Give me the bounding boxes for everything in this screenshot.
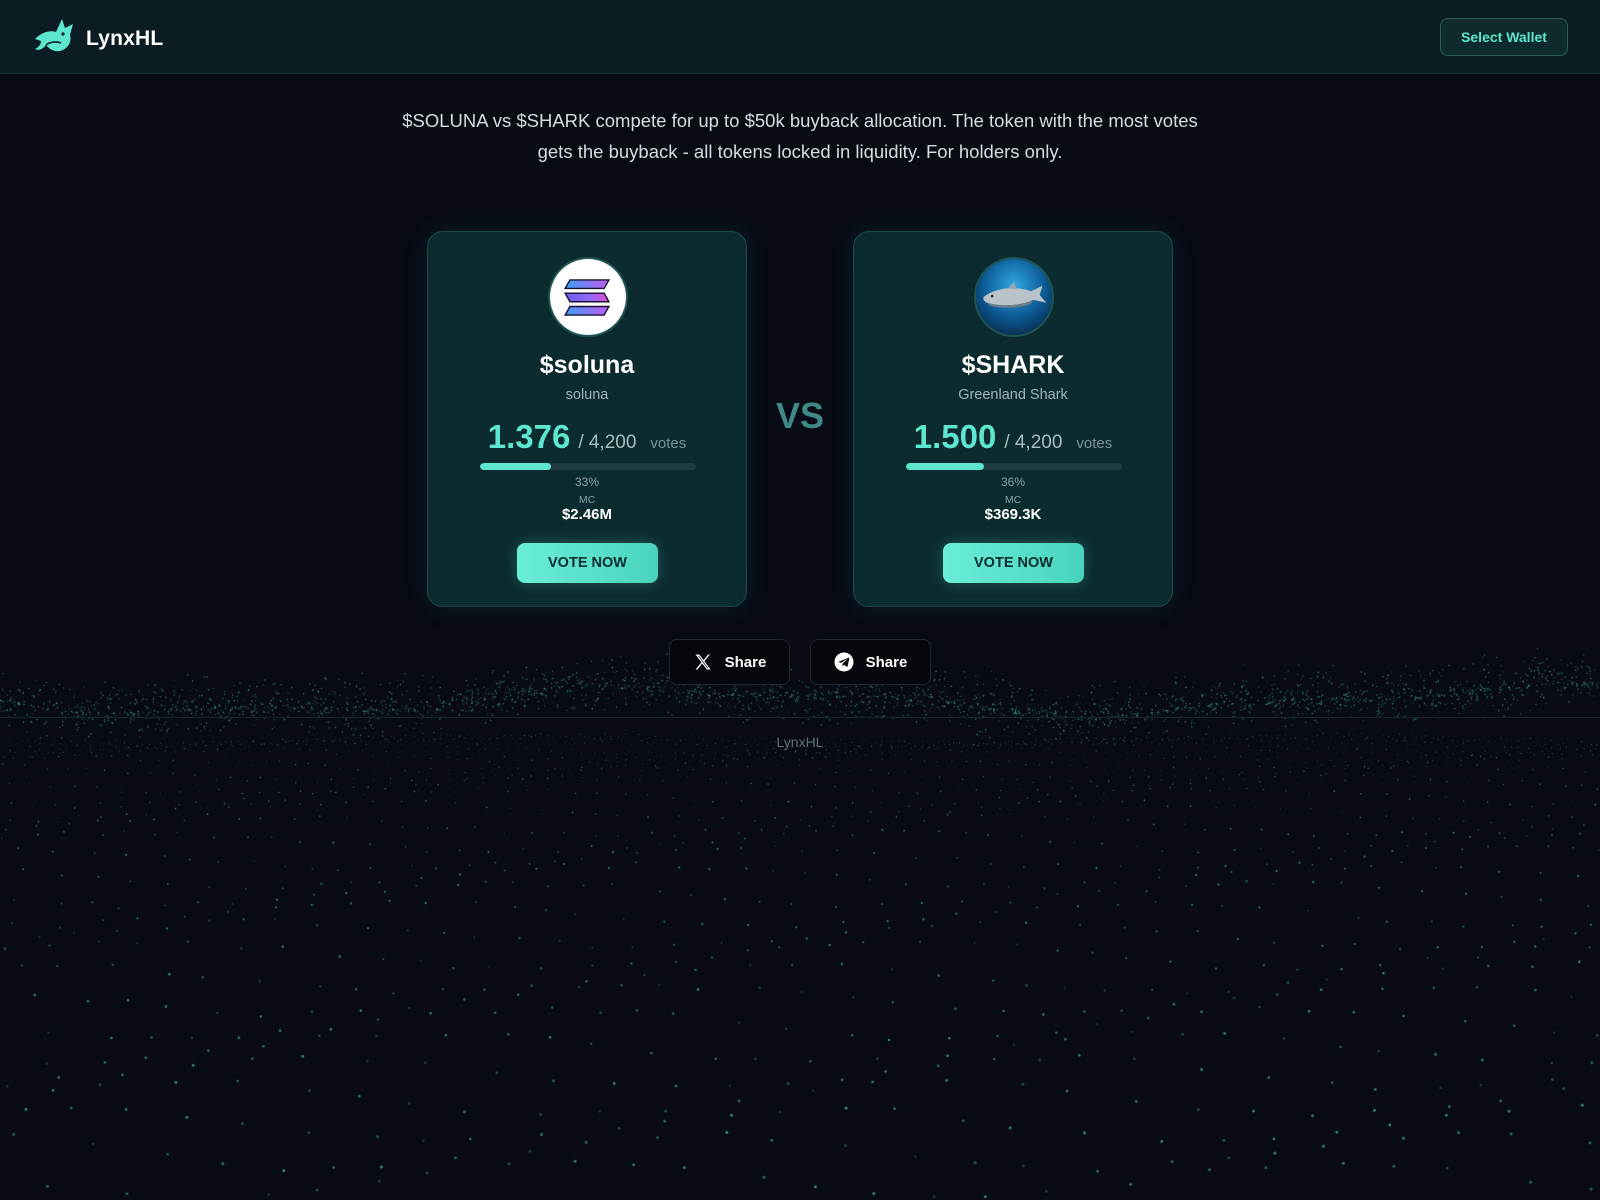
votes-label: votes	[1076, 435, 1113, 452]
vote-now-button-shark[interactable]: VOTE NOW	[943, 543, 1084, 583]
token-symbol: $soluna	[539, 351, 635, 379]
vote-progress-bar	[906, 463, 1122, 470]
shark-logo-icon	[974, 257, 1054, 337]
votes-count: 1.500	[913, 418, 997, 455]
brand-name: LynxHL	[86, 26, 164, 50]
votes-row: 1.376 / 4,200 votes	[428, 418, 746, 456]
select-wallet-button[interactable]: Select Wallet	[1440, 18, 1568, 56]
votes-row: 1.500 / 4,200 votes	[854, 418, 1172, 456]
share-on-telegram-button[interactable]: Share	[810, 639, 931, 685]
x-icon	[693, 652, 713, 672]
background-particle-field	[0, 0, 1600, 1200]
footer-brand: LynxHL	[776, 734, 824, 750]
vote-progress-fill	[906, 463, 984, 470]
vote-progress-bar	[480, 463, 696, 470]
lynx-logo-icon	[32, 16, 76, 61]
share-on-x-button[interactable]: Share	[669, 639, 790, 685]
vote-percent: 36%	[1000, 475, 1026, 489]
vote-progress-fill	[480, 463, 552, 470]
telegram-icon	[834, 652, 854, 672]
votes-total: / 4,200	[1004, 432, 1063, 453]
votes-label: votes	[650, 435, 687, 452]
token-name: Greenland Shark	[958, 387, 1068, 403]
market-cap-value: $2.46M	[561, 506, 613, 523]
brand[interactable]: LynxHL	[32, 16, 163, 61]
footer-divider	[0, 717, 1600, 718]
intro-text: $SOLUNA vs $SHARK compete for up to $50k…	[402, 110, 1198, 162]
share-label: Share	[724, 653, 767, 671]
share-label: Share	[865, 653, 908, 671]
votes-count: 1.376	[487, 418, 571, 455]
market-cap-label: MC	[1004, 494, 1022, 506]
votes-total: / 4,200	[578, 432, 637, 453]
token-card-shark: $SHARK Greenland Shark 1.500 / 4,200 vot…	[853, 231, 1173, 607]
vote-percent: 33%	[574, 475, 600, 489]
versus-label: VS	[775, 395, 825, 436]
vote-now-button-soluna[interactable]: VOTE NOW	[517, 543, 658, 583]
soluna-logo-icon	[548, 257, 628, 337]
token-card-soluna: $soluna soluna 1.376 / 4,200 votes 33% M…	[427, 231, 747, 607]
token-name: soluna	[565, 387, 609, 403]
top-bar: LynxHL Select Wallet	[0, 0, 1600, 74]
market-cap-label: MC	[578, 494, 596, 506]
token-symbol: $SHARK	[961, 351, 1065, 379]
market-cap-value: $369.3K	[984, 506, 1042, 523]
